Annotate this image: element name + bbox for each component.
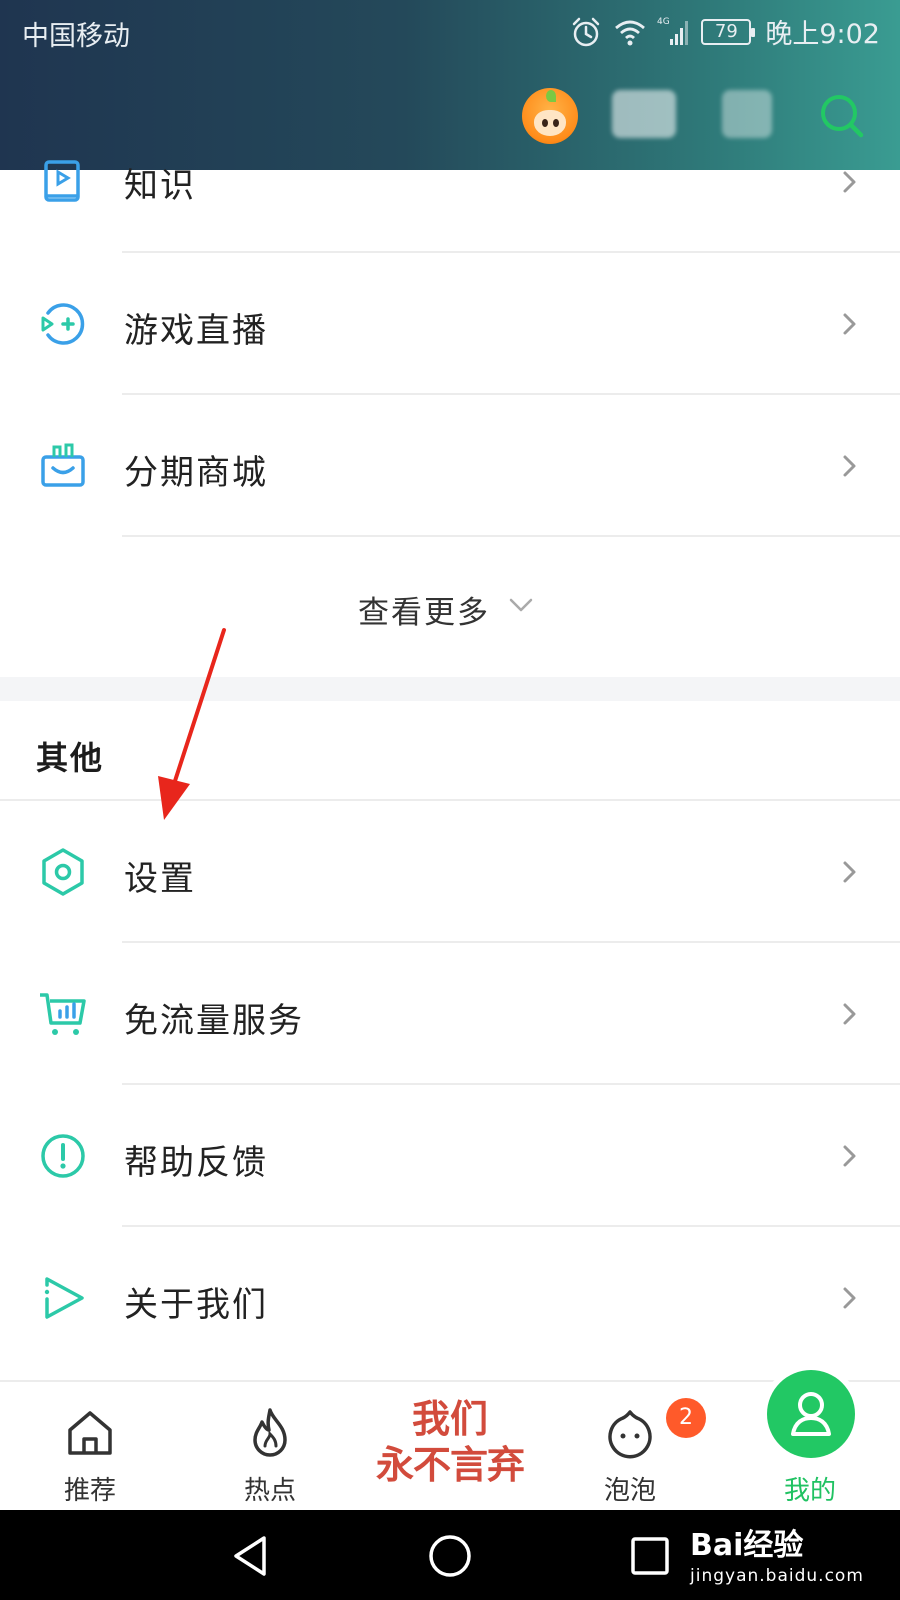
annotation-arrow-icon bbox=[158, 628, 226, 820]
tab-hot[interactable]: 热点 bbox=[210, 1382, 330, 1512]
avatar-sprout bbox=[546, 90, 556, 102]
slogan-line-1: 我们 bbox=[411, 1396, 488, 1441]
avatar-eye-left bbox=[542, 119, 548, 127]
menu-item-free-data[interactable]: 免流量服务 bbox=[0, 943, 900, 1085]
book-play-icon bbox=[44, 160, 80, 202]
user-avatar[interactable] bbox=[522, 88, 578, 144]
watermark-url: jingyan.baidu.com bbox=[690, 1566, 864, 1586]
menu-item-label: 免流量服务 bbox=[124, 1001, 304, 1041]
blurred-header-icon[interactable] bbox=[612, 90, 676, 138]
section-gap bbox=[0, 677, 900, 701]
search-icon[interactable] bbox=[814, 88, 870, 144]
shopping-bag-icon bbox=[41, 443, 85, 487]
status-bar: 中国移动 4G 79 晚上9:02 bbox=[0, 0, 900, 64]
menu-item-game-live[interactable]: 游戏直播 bbox=[0, 253, 900, 395]
tab-bubble[interactable]: 2 泡泡 bbox=[570, 1382, 706, 1512]
chevron-right-icon bbox=[843, 455, 856, 477]
tab-label: 热点 bbox=[243, 1476, 296, 1506]
chevron-down-icon bbox=[509, 598, 533, 612]
alarm-icon bbox=[573, 17, 600, 46]
play-triangle-icon bbox=[44, 1277, 84, 1319]
chevron-right-icon bbox=[843, 313, 856, 335]
tab-mine[interactable]: 我的 bbox=[750, 1370, 870, 1512]
baidu-jingyan-watermark: Bai经验 jingyan.baidu.com bbox=[690, 1520, 864, 1586]
chevron-right-icon bbox=[843, 861, 856, 883]
bubble-face-icon bbox=[608, 1410, 652, 1459]
avatar-face bbox=[534, 110, 566, 136]
menu-item-installment-mall[interactable]: 分期商城 bbox=[0, 395, 900, 537]
menu-item-label: 帮助反馈 bbox=[124, 1143, 268, 1183]
home-circle-icon[interactable] bbox=[426, 1532, 474, 1580]
chevron-right-icon bbox=[843, 171, 856, 193]
menu-item-about-us[interactable]: 关于我们 bbox=[0, 1227, 900, 1369]
menu-item-label: 知识 bbox=[124, 166, 196, 206]
chevron-right-icon bbox=[843, 1145, 856, 1167]
mine-active-circle bbox=[767, 1370, 855, 1458]
menu-item-label: 分期商城 bbox=[124, 453, 268, 493]
chevron-right-icon bbox=[843, 1287, 856, 1309]
game-live-icon bbox=[41, 303, 85, 345]
battery-indicator: 79 bbox=[701, 18, 756, 45]
blurred-header-icon[interactable] bbox=[722, 90, 772, 138]
exclamation-circle-icon bbox=[41, 1134, 85, 1178]
menu-item-knowledge[interactable]: 知识 bbox=[0, 160, 900, 253]
tab-label: 我的 bbox=[783, 1476, 836, 1506]
section-title: 其他 bbox=[36, 739, 105, 777]
back-triangle-icon[interactable] bbox=[228, 1532, 276, 1580]
carrier-name: 中国移动 bbox=[22, 21, 130, 52]
recent-apps-icon[interactable] bbox=[626, 1532, 674, 1580]
signal-icon: 4G bbox=[657, 17, 689, 45]
view-more-label: 查看更多 bbox=[358, 595, 490, 631]
menu-item-settings[interactable]: 设置 bbox=[0, 801, 900, 943]
slogan-banner[interactable]: 我们 永不言弃 bbox=[370, 1396, 530, 1488]
avatar-eye-right bbox=[553, 119, 559, 127]
bottom-navigation: 推荐 热点 我们 永不言弃 2 泡泡 我的 bbox=[0, 1370, 900, 1512]
menu-item-help-feedback[interactable]: 帮助反馈 bbox=[0, 1085, 900, 1227]
notification-badge: 2 bbox=[666, 1398, 706, 1438]
slogan-line-2: 永不言弃 bbox=[375, 1442, 525, 1487]
menu-item-label: 关于我们 bbox=[124, 1285, 268, 1325]
chevron-right-icon bbox=[843, 1003, 856, 1025]
tab-recommend[interactable]: 推荐 bbox=[30, 1382, 150, 1512]
user-profile-icon bbox=[791, 1392, 831, 1436]
menu-item-label: 游戏直播 bbox=[124, 311, 268, 351]
status-icons: 4G 79 晚上9:02 bbox=[569, 12, 880, 51]
tab-label: 泡泡 bbox=[603, 1476, 656, 1506]
menu-list: 知识 游戏直播 分期商城 查看更多 其他 设置 免流量服务 帮助反馈 关于我们 bbox=[0, 160, 900, 1369]
watermark-brand: Bai经验 bbox=[690, 1528, 804, 1563]
status-time: 晚上9:02 bbox=[765, 19, 880, 50]
section-header-other: 其他 bbox=[0, 701, 900, 801]
app-header: 中国移动 4G 79 晚上9:02 bbox=[0, 0, 900, 170]
network-type: 4G bbox=[657, 17, 670, 27]
settings-hexagon-icon bbox=[42, 848, 84, 896]
tab-label: 推荐 bbox=[63, 1476, 116, 1506]
home-icon bbox=[68, 1411, 112, 1455]
cart-data-icon bbox=[40, 993, 86, 1035]
view-more-button[interactable]: 查看更多 bbox=[0, 537, 900, 677]
flame-icon bbox=[253, 1408, 287, 1457]
header-toolbar bbox=[0, 84, 900, 148]
system-navigation-bar: Bai经验 jingyan.baidu.com bbox=[0, 1510, 900, 1600]
menu-item-label: 设置 bbox=[124, 859, 196, 899]
wifi-icon bbox=[615, 20, 646, 45]
